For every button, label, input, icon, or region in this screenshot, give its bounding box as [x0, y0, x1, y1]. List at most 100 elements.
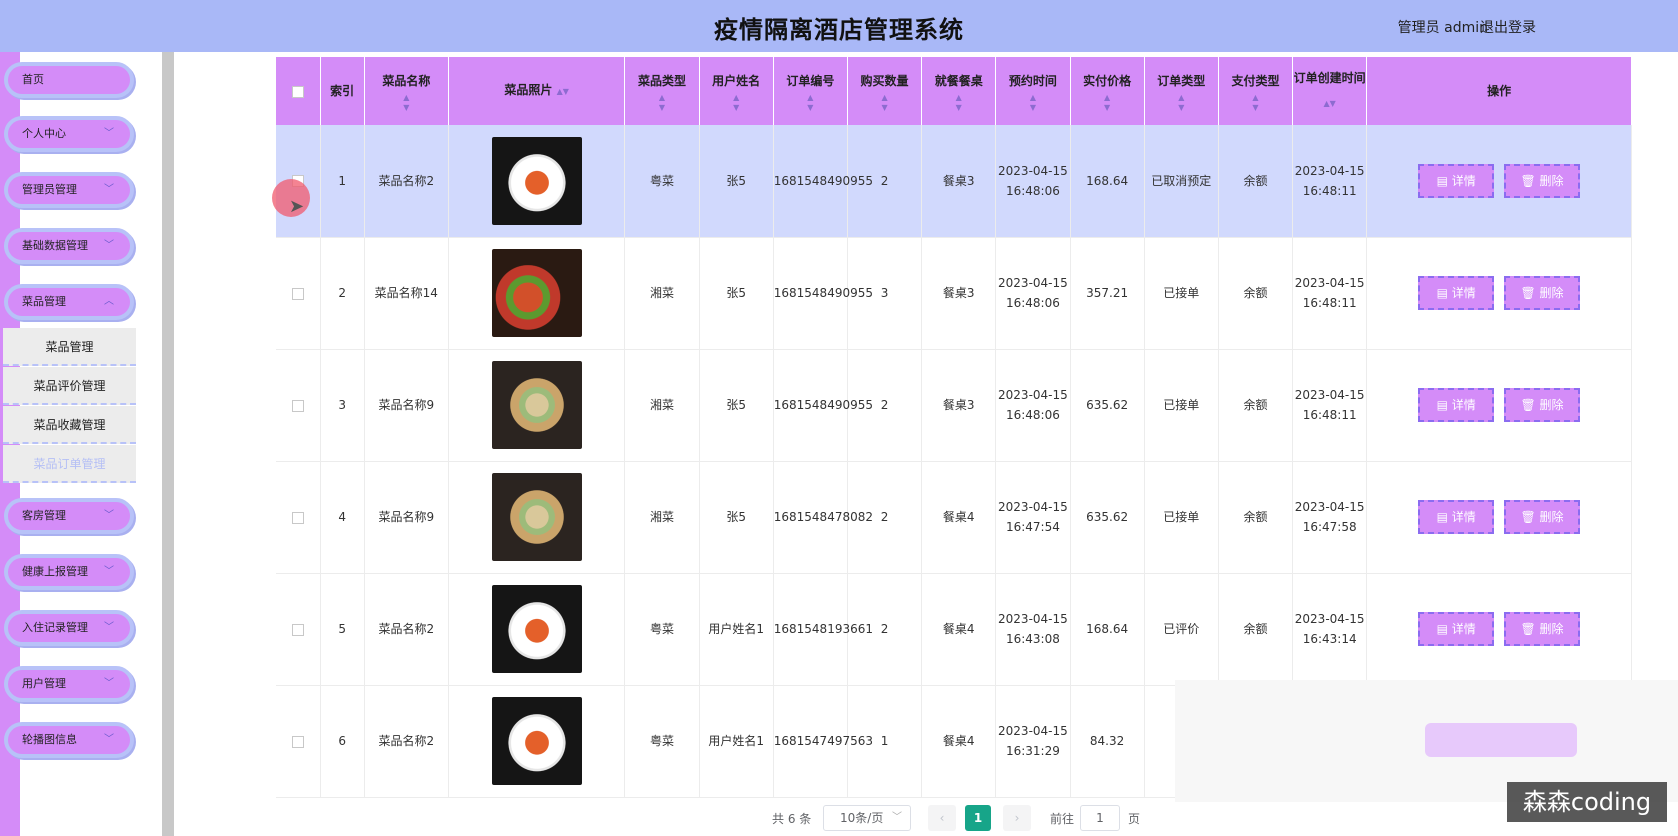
- chevron-down-icon: ﹀: [104, 510, 114, 521]
- document-icon: ▤: [1436, 622, 1448, 636]
- table-row[interactable]: 3 菜品名称9 湘菜 张5 1681548490955 2 餐桌3 2023-0…: [276, 349, 1632, 462]
- header-order-number[interactable]: 订单编号 ▲ ▼: [773, 57, 848, 125]
- row-checkbox-cell[interactable]: [276, 237, 321, 350]
- page-number-current[interactable]: 1: [965, 805, 991, 831]
- header-order-type[interactable]: 订单类型 ▲ ▼: [1144, 57, 1219, 125]
- header-pay-type[interactable]: 支付类型 ▲ ▼: [1218, 57, 1294, 125]
- sort-icon[interactable]: ▲▼: [1071, 93, 1144, 113]
- header-dish-type[interactable]: 菜品类型 ▲ ▼: [624, 57, 700, 125]
- page-size-value: 10条/页: [840, 811, 884, 825]
- cell-dish-name: 菜品名称14: [364, 237, 449, 350]
- header-label: 实付价格: [1083, 74, 1132, 88]
- sidebar-item-basic-data[interactable]: 基础数据管理 ﹀: [4, 228, 134, 264]
- sidebar-item-dishes[interactable]: 菜品管理 ︿: [4, 284, 134, 320]
- cell-created-time: 2023-04-15 16:47:58: [1292, 461, 1368, 574]
- sort-icon[interactable]: ▲▼: [1324, 99, 1336, 108]
- header-label: 菜品名称: [382, 74, 431, 88]
- detail-button[interactable]: ▤ 详情: [1418, 163, 1495, 198]
- delete-button[interactable]: 🗑 删除: [1504, 612, 1581, 646]
- row-checkbox[interactable]: [291, 735, 304, 748]
- sidebar-item-label: 首页: [22, 73, 44, 86]
- table-row[interactable]: 2 菜品名称14 湘菜 张5 1681548490955 3 餐桌3 2023-…: [276, 237, 1632, 350]
- sidebar-item-home[interactable]: 首页: [4, 62, 134, 98]
- row-checkbox-cell[interactable]: [276, 349, 321, 462]
- sidebar-item-users[interactable]: 用户管理 ﹀: [4, 666, 134, 702]
- detail-button[interactable]: ▤ 详情: [1418, 388, 1495, 422]
- document-icon: ▤: [1436, 173, 1448, 188]
- table-row[interactable]: 4 菜品名称9 湘菜 张5 1681548478082 2 餐桌4 2023-0…: [276, 461, 1632, 574]
- sort-icon[interactable]: ▲▼: [922, 93, 995, 113]
- header-price[interactable]: 实付价格 ▲ ▼: [1070, 57, 1145, 125]
- sort-icon[interactable]: ▲▼: [996, 93, 1069, 113]
- sort-icon[interactable]: ▲▼: [557, 87, 569, 96]
- pagination: 共 6 条 10条/页 ﹀ ‹ 1 › 前往 1 页: [770, 805, 1350, 831]
- sort-icon[interactable]: ▲▼: [700, 93, 773, 113]
- row-checkbox-cell[interactable]: [276, 573, 321, 686]
- header-dish-name[interactable]: 菜品名称 ▲ ▼: [364, 57, 449, 125]
- sidebar-item-label: 健康上报管理: [22, 565, 88, 578]
- delete-button[interactable]: 🗑 删除: [1504, 388, 1581, 422]
- row-checkbox[interactable]: [291, 511, 304, 524]
- page-size-select[interactable]: 10条/页 ﹀: [823, 805, 911, 831]
- admin-user-label: 管理员 admin: [1397, 20, 1488, 36]
- delete-button[interactable]: 🗑 删除: [1504, 276, 1581, 310]
- header-index: 索引: [320, 57, 365, 125]
- sort-icon[interactable]: ▲▼: [365, 93, 448, 113]
- trash-icon: 🗑: [1520, 173, 1536, 188]
- logout-link[interactable]: 退出登录: [1480, 17, 1536, 37]
- dish-photo: [491, 361, 582, 449]
- header-table[interactable]: 就餐餐桌 ▲ ▼: [921, 57, 997, 125]
- sort-icon[interactable]: ▲▼: [774, 93, 847, 113]
- row-checkbox[interactable]: [291, 623, 304, 636]
- sidebar-item-carousel[interactable]: 轮播图信息 ﹀: [4, 722, 134, 758]
- sort-icon[interactable]: ▲▼: [625, 93, 698, 113]
- row-checkbox[interactable]: [291, 399, 304, 412]
- header-user-name[interactable]: 用户姓名 ▲ ▼: [699, 57, 774, 125]
- select-all-header[interactable]: [276, 57, 321, 125]
- sidebar-item-rooms[interactable]: 客房管理 ﹀: [4, 498, 134, 534]
- header-reserve-time[interactable]: 预约时间 ▲ ▼: [995, 57, 1071, 125]
- sidebar-item-personal[interactable]: 个人中心 ﹀: [4, 116, 134, 152]
- sort-icon[interactable]: ▲▼: [1219, 93, 1292, 113]
- row-checkbox-cell[interactable]: [276, 461, 321, 574]
- cell-price: 357.21: [1070, 237, 1145, 350]
- sidebar-item-admin[interactable]: 管理员管理 ﹀: [4, 172, 134, 208]
- header-label: 索引: [330, 84, 355, 98]
- header-label: 就餐餐桌: [934, 74, 983, 88]
- header-created-time[interactable]: 订单创建时间 ▲▼: [1292, 57, 1368, 125]
- delete-button[interactable]: 🗑 删除: [1504, 500, 1581, 534]
- cell-dish-photo: [448, 125, 626, 238]
- row-checkbox-cell[interactable]: [276, 685, 321, 798]
- dish-photo: [491, 249, 582, 337]
- sort-icon[interactable]: ▲▼: [1145, 93, 1218, 113]
- detail-button[interactable]: ▤ 详情: [1418, 276, 1495, 310]
- table-row[interactable]: 1 菜品名称2 粤菜 张5 1681548490955 2 餐桌3 2023-0…: [276, 125, 1632, 238]
- submenu-dish-manage[interactable]: 菜品管理: [3, 328, 136, 366]
- sort-icon[interactable]: ▲▼: [848, 93, 921, 113]
- sidebar-item-health[interactable]: 健康上报管理 ﹀: [4, 554, 134, 590]
- trash-icon: 🗑: [1520, 510, 1536, 524]
- cell-dish-photo: [448, 349, 626, 462]
- cell-dish-name: 菜品名称2: [364, 125, 449, 238]
- detail-button[interactable]: ▤ 详情: [1418, 612, 1495, 646]
- sidebar-item-checkin[interactable]: 入住记录管理 ﹀: [4, 610, 134, 646]
- sidebar-scrollbar[interactable]: [162, 52, 174, 836]
- next-page-button[interactable]: ›: [1003, 805, 1031, 831]
- detail-label: 详情: [1451, 286, 1476, 300]
- row-checkbox[interactable]: [291, 287, 304, 300]
- cell-user-name: 用户姓名1: [699, 685, 774, 798]
- table-row[interactable]: 5 菜品名称2 粤菜 用户姓名1 1681548193661 2 餐桌4 202…: [276, 573, 1632, 686]
- detail-button[interactable]: ▤ 详情: [1418, 500, 1495, 534]
- submenu-dish-favorite[interactable]: 菜品收藏管理: [3, 406, 136, 444]
- cell-order-type: 已接单: [1144, 237, 1219, 350]
- goto-page-input[interactable]: 1: [1080, 805, 1120, 831]
- document-icon: ▤: [1436, 398, 1448, 412]
- submenu-dish-review[interactable]: 菜品评价管理: [3, 367, 136, 405]
- header-dish-photo[interactable]: 菜品照片 ▲▼: [448, 57, 626, 125]
- delete-button[interactable]: 🗑 删除: [1504, 163, 1581, 198]
- prev-page-button[interactable]: ‹: [928, 805, 956, 831]
- header-quantity[interactable]: 购买数量 ▲ ▼: [847, 57, 923, 125]
- submenu-dish-order[interactable]: 菜品订单管理: [3, 445, 136, 483]
- delete-label: 删除: [1539, 286, 1564, 300]
- select-all-checkbox[interactable]: [291, 85, 304, 98]
